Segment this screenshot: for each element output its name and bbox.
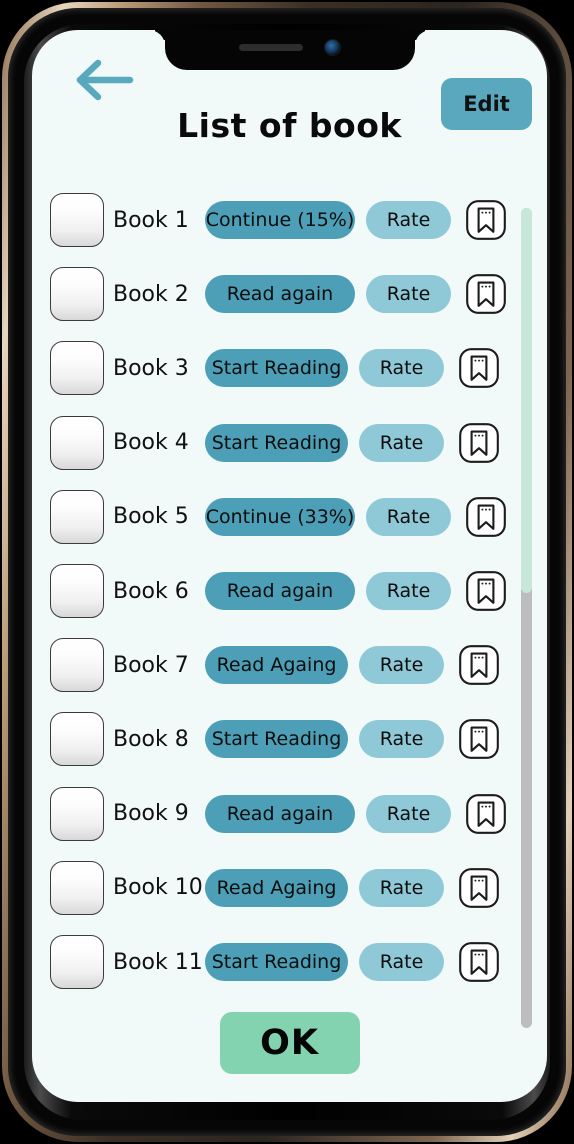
bookmark-button[interactable] [465, 496, 507, 538]
table-row: Book 4 Start Reading Rate [32, 413, 514, 473]
row-checkbox[interactable] [50, 489, 104, 544]
bookmark-button[interactable] [458, 422, 500, 464]
table-row: Book 1 Continue (15%) Rate [32, 190, 514, 250]
table-row: Book 3 Start Reading Rate [32, 338, 514, 398]
bookmark-button[interactable] [458, 644, 500, 686]
bookmark-icon [459, 348, 499, 389]
rate-button[interactable]: Rate [366, 201, 451, 239]
table-row: Book 6 Read again Rate [32, 561, 514, 621]
table-row: Book 10 Read Againg Rate [32, 858, 514, 918]
book-title-label: Book 5 [113, 504, 189, 530]
table-row: Book 7 Read Againg Rate [32, 635, 514, 695]
read-action-button[interactable]: Read again [205, 794, 355, 833]
rate-button[interactable]: Rate [366, 572, 451, 610]
bookmark-button[interactable] [465, 273, 507, 315]
bookmark-icon [466, 274, 506, 315]
row-checkbox[interactable] [50, 712, 104, 767]
phone-screen: List of book Edit Book 1 Continue (15%) Ra… [32, 30, 547, 1102]
back-button[interactable] [74, 58, 136, 102]
rate-button[interactable]: Rate [366, 794, 451, 833]
book-title-label: Book 8 [113, 726, 189, 752]
rate-button[interactable]: Rate [359, 720, 444, 759]
phone-notch [164, 30, 415, 70]
bookmark-button[interactable] [465, 199, 507, 241]
bookmark-button[interactable] [465, 793, 507, 835]
bookmark-button[interactable] [458, 718, 500, 760]
table-row: Book 5 Continue (33%) Rate [32, 487, 514, 547]
front-camera-icon [325, 39, 340, 55]
row-checkbox[interactable] [50, 267, 104, 322]
read-action-button[interactable]: Read again [205, 572, 355, 610]
row-checkbox[interactable] [50, 786, 104, 841]
bookmark-button[interactable] [458, 867, 500, 909]
row-checkbox[interactable] [50, 860, 104, 915]
row-checkbox[interactable] [50, 564, 104, 618]
earpiece-speaker-icon [239, 43, 303, 51]
book-title-label: Book 1 [113, 207, 189, 233]
row-checkbox[interactable] [50, 341, 104, 396]
bookmark-icon [466, 571, 506, 611]
read-action-button[interactable]: Start Reading [205, 349, 348, 388]
bookmark-icon [459, 645, 499, 686]
read-action-button[interactable]: Start Reading [205, 423, 348, 462]
phone-frame: List of book Edit Book 1 Continue (15%) Ra… [2, 2, 572, 1142]
book-title-label: Book 4 [113, 430, 189, 456]
book-title-label: Book 9 [113, 801, 189, 827]
bookmark-button[interactable] [458, 941, 500, 983]
bookmark-icon [459, 719, 499, 760]
bookmark-button[interactable] [465, 570, 507, 612]
bookmark-icon [459, 942, 499, 982]
rate-button[interactable]: Rate [366, 497, 451, 536]
read-action-button[interactable]: Read Againg [205, 646, 348, 685]
book-title-label: Book 7 [113, 652, 189, 678]
scrollbar-thumb[interactable] [521, 208, 532, 594]
rate-button[interactable]: Rate [359, 943, 444, 981]
read-action-button[interactable]: Start Reading [205, 943, 348, 981]
read-action-button[interactable]: Continue (15%) [205, 201, 355, 239]
table-row: Book 11 Start Reading Rate [32, 932, 514, 992]
arrow-left-icon [76, 59, 134, 101]
rate-button[interactable]: Rate [359, 868, 444, 907]
edit-button[interactable]: Edit [441, 78, 532, 130]
table-row: Book 8 Start Reading Rate [32, 709, 514, 769]
bookmark-icon [459, 867, 499, 908]
book-list: Book 1 Continue (15%) Rate Book 2 Read again… [32, 190, 547, 1030]
rate-button[interactable]: Rate [359, 646, 444, 685]
table-row: Book 2 Read again Rate [32, 264, 514, 324]
bookmark-icon [459, 422, 499, 463]
read-action-button[interactable]: Read again [205, 275, 355, 314]
bookmark-icon [466, 793, 506, 834]
row-checkbox[interactable] [50, 193, 104, 247]
book-title-label: Book 11 [113, 949, 203, 975]
book-title-label: Book 2 [113, 281, 189, 307]
rate-button[interactable]: Rate [366, 275, 451, 314]
row-checkbox[interactable] [50, 935, 104, 989]
rate-button[interactable]: Rate [359, 349, 444, 388]
ok-button[interactable]: OK [219, 1012, 360, 1074]
scrollbar[interactable] [521, 208, 532, 1028]
read-action-button[interactable]: Start Reading [205, 720, 348, 759]
book-title-label: Book 10 [113, 875, 203, 901]
read-action-button[interactable]: Continue (33%) [205, 497, 355, 536]
book-title-label: Book 3 [113, 355, 189, 381]
bookmark-button[interactable] [458, 347, 500, 389]
row-checkbox[interactable] [50, 415, 104, 470]
read-action-button[interactable]: Read Againg [205, 868, 348, 907]
table-row: Book 9 Read again Rate [32, 784, 514, 844]
rate-button[interactable]: Rate [359, 423, 444, 462]
book-title-label: Book 6 [113, 578, 189, 604]
bookmark-icon [466, 496, 506, 537]
row-checkbox[interactable] [50, 638, 104, 693]
bookmark-icon [466, 200, 506, 240]
